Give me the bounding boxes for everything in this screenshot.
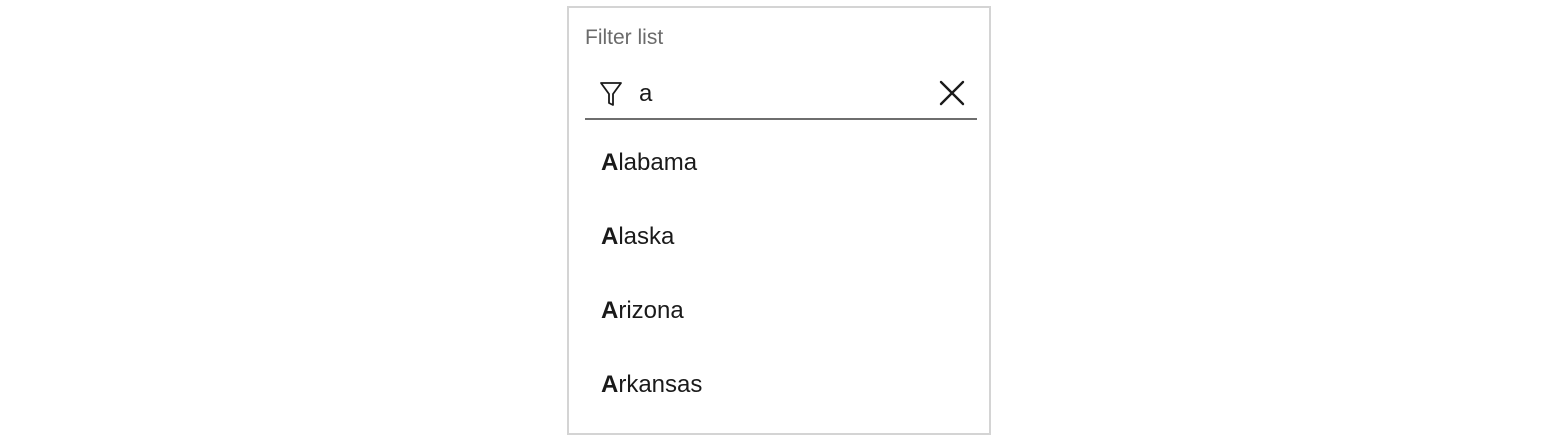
item-text: rizona xyxy=(618,297,684,324)
list-item[interactable]: Arizona xyxy=(569,274,989,348)
filter-list-panel: Filter list Alabama Alaska Arizona Arka xyxy=(567,6,991,435)
list-item[interactable]: Alaska xyxy=(569,200,989,274)
filter-list-label: Filter list xyxy=(585,26,664,49)
match-highlight: A xyxy=(601,223,619,250)
list-item[interactable]: Alabama xyxy=(569,126,989,200)
match-highlight: A xyxy=(601,149,619,176)
filter-field xyxy=(585,70,977,120)
filter-icon xyxy=(599,80,623,108)
match-highlight: A xyxy=(601,371,619,398)
clear-filter-button[interactable] xyxy=(937,80,967,110)
filter-input[interactable] xyxy=(639,76,919,112)
item-text: laska xyxy=(618,223,675,250)
list-item[interactable]: Arkansas xyxy=(569,348,989,422)
filtered-results-list: Alabama Alaska Arizona Arkansas xyxy=(569,126,989,422)
close-icon xyxy=(939,80,965,111)
match-highlight: A xyxy=(601,297,619,324)
item-text: labama xyxy=(618,149,698,176)
item-text: rkansas xyxy=(618,371,703,398)
